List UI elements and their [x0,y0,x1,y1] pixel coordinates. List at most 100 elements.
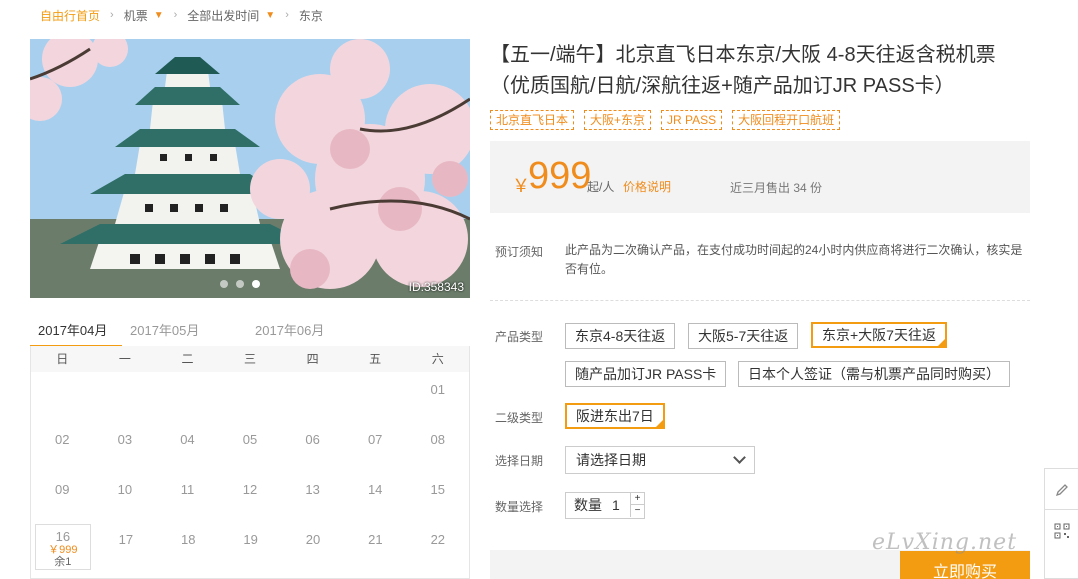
breadcrumb-home[interactable]: 自由行首页 [40,7,100,24]
notice-label: 预订须知 [495,245,544,259]
calendar-day: 07 [367,432,383,447]
calendar-day: 17 [118,532,134,547]
calendar-day: 22 [430,532,446,547]
decrement-button[interactable]: − [630,505,644,517]
date-select-value: 请选择日期 [576,452,646,468]
calendar-day-remaining: 余1 [54,556,72,568]
weekday-label: 一 [118,352,131,366]
chevron-right-icon: › [110,9,114,21]
qr-code-icon[interactable] [1054,523,1070,539]
calendar-day-available[interactable]: 16 ￥999 余1 [35,524,91,570]
calendar-day: 08 [430,432,445,447]
calendar-week: 09 10 11 12 13 14 15 [31,472,469,522]
breadcrumb-tokyo[interactable]: 东京 [299,7,323,24]
chevron-right-icon: › [173,9,178,21]
product-tag: JR PASS [661,110,723,130]
product-tag: 北京直飞日本 [490,110,575,130]
side-toolbar [1044,468,1078,579]
subtype-label: 二级类型 [495,411,544,425]
option-osaka-5-7[interactable]: 大阪5-7天往返 [688,323,799,349]
month-tabs: 2017年04月 2017年05月 2017年06月 [30,316,470,348]
product-title: 【五一/端午】北京直飞日本东京/大阪 4-8天往返含税机票（优质国航/日航/深航… [490,44,996,97]
increment-button[interactable]: + [630,493,644,505]
tab-month-3[interactable]: 2017年06月 [247,316,372,348]
option-tokyo-osaka-7-selected[interactable]: 东京+大阪7天往返 [811,322,947,348]
calendar-day: 21 [368,532,383,547]
product-tags: 北京直飞日本 大阪+东京 JR PASS 大阪回程开口航班 [490,110,841,130]
edit-icon[interactable] [1055,483,1069,497]
calendar-day: 09 [55,482,70,497]
calendar-day-price: ￥999 [48,544,78,556]
calendar-day [156,372,219,422]
breadcrumb-flights[interactable]: 机票 [124,7,148,24]
tab-month-2[interactable]: 2017年05月 [122,316,247,348]
carousel-dot[interactable] [236,280,244,288]
tab-month-1[interactable]: 2017年04月 [30,316,122,348]
weekday-header: 日 一 二 三 四 五 六 [31,346,469,372]
watermark: eLvXing.net [872,530,1018,555]
calendar-day: 04 [180,432,195,447]
calendar-day: 18 [181,532,196,547]
option-jr-pass[interactable]: 随产品加订JR PASS卡 [565,361,727,387]
calendar-day: 10 [117,482,133,497]
calendar-day: 03 [117,432,133,447]
calendar-day: 19 [243,532,258,547]
booking-notice: 预订须知 此产品为二次确认产品，在支付成功时间起的24小时内供应商将进行二次确认… [490,238,1030,301]
chevron-down-icon [733,451,746,464]
calendar-day: 20 [305,532,321,547]
calendar-day: 06 [305,432,320,447]
breadcrumb-departure-time[interactable]: 全部出发时间 [187,7,259,24]
product-image[interactable]: ID:358343 [30,39,470,298]
quantity-prefix: 数量 [574,497,602,513]
sales-count: 近三月售出 34 份 [730,181,823,195]
quantity-value[interactable]: 1 [612,493,620,518]
calendar-week: 02 03 04 05 06 07 08 [31,422,469,472]
quantity-stepper[interactable]: 数量 1 + − [565,492,645,519]
price-calendar: 日 一 二 三 四 五 六 01 02 03 04 05 06 07 08 09… [30,346,470,579]
buy-now-button[interactable]: 立即购买 [900,551,1030,579]
date-select[interactable]: 请选择日期 [565,446,755,474]
calendar-day: 05 [242,432,258,447]
carousel-dot[interactable] [220,280,228,288]
weekday-label: 日 [56,352,69,366]
carousel-dots[interactable] [220,280,260,288]
price-amount: 999 [528,155,592,197]
option-subtype-selected[interactable]: 阪进东出7日 [565,403,665,429]
price-box: ￥ 999 起/人 价格说明 近三月售出 34 份 [490,141,1030,213]
calendar-day [94,372,157,422]
weekday-label: 五 [369,352,382,366]
date-label: 选择日期 [495,454,544,468]
osaka-castle-image [30,39,470,298]
calendar-day [281,372,344,422]
calendar-day: 15 [430,482,445,497]
calendar-day: 13 [305,482,320,497]
chevron-right-icon: › [285,9,289,21]
quantity-label: 数量选择 [495,500,544,514]
calendar-week: 01 [31,372,469,422]
calendar-day [31,372,94,422]
carousel-dot-active[interactable] [252,280,260,288]
product-id: ID:358343 [408,280,464,294]
notice-text: 此产品为二次确认产品，在支付成功时间起的24小时内供应商将进行二次确认，核实是否… [565,243,1023,276]
calendar-day [344,372,407,422]
weekday-label: 四 [306,352,319,366]
calendar-day: 02 [55,432,70,447]
option-tokyo-4-8[interactable]: 东京4-8天往返 [565,323,676,349]
calendar-day-number: 16 [55,529,71,544]
weekday-label: 二 [181,352,194,366]
breadcrumb: 自由行首页 › 机票 ▼ › 全部出发时间 ▼ › 东京 [40,6,323,24]
weekday-label: 六 [431,352,444,366]
calendar-day [219,372,282,422]
calendar-day: 14 [367,482,383,497]
product-type-label: 产品类型 [495,330,544,344]
product-tag: 大阪回程开口航班 [732,110,841,130]
option-japan-visa[interactable]: 日本个人签证（需与机票产品同时购买） [738,361,1010,387]
calendar-week: 16 ￥999 余1 17 18 19 20 21 22 [31,522,469,572]
price-unit: 起/人 [587,180,615,194]
caret-down-icon[interactable]: ▼ [154,10,164,21]
price-explanation-link[interactable]: 价格说明 [623,178,671,195]
calendar-day: 01 [430,382,445,397]
product-tag: 大阪+东京 [584,110,652,130]
calendar-day: 11 [180,482,195,497]
caret-down-icon[interactable]: ▼ [265,10,275,21]
